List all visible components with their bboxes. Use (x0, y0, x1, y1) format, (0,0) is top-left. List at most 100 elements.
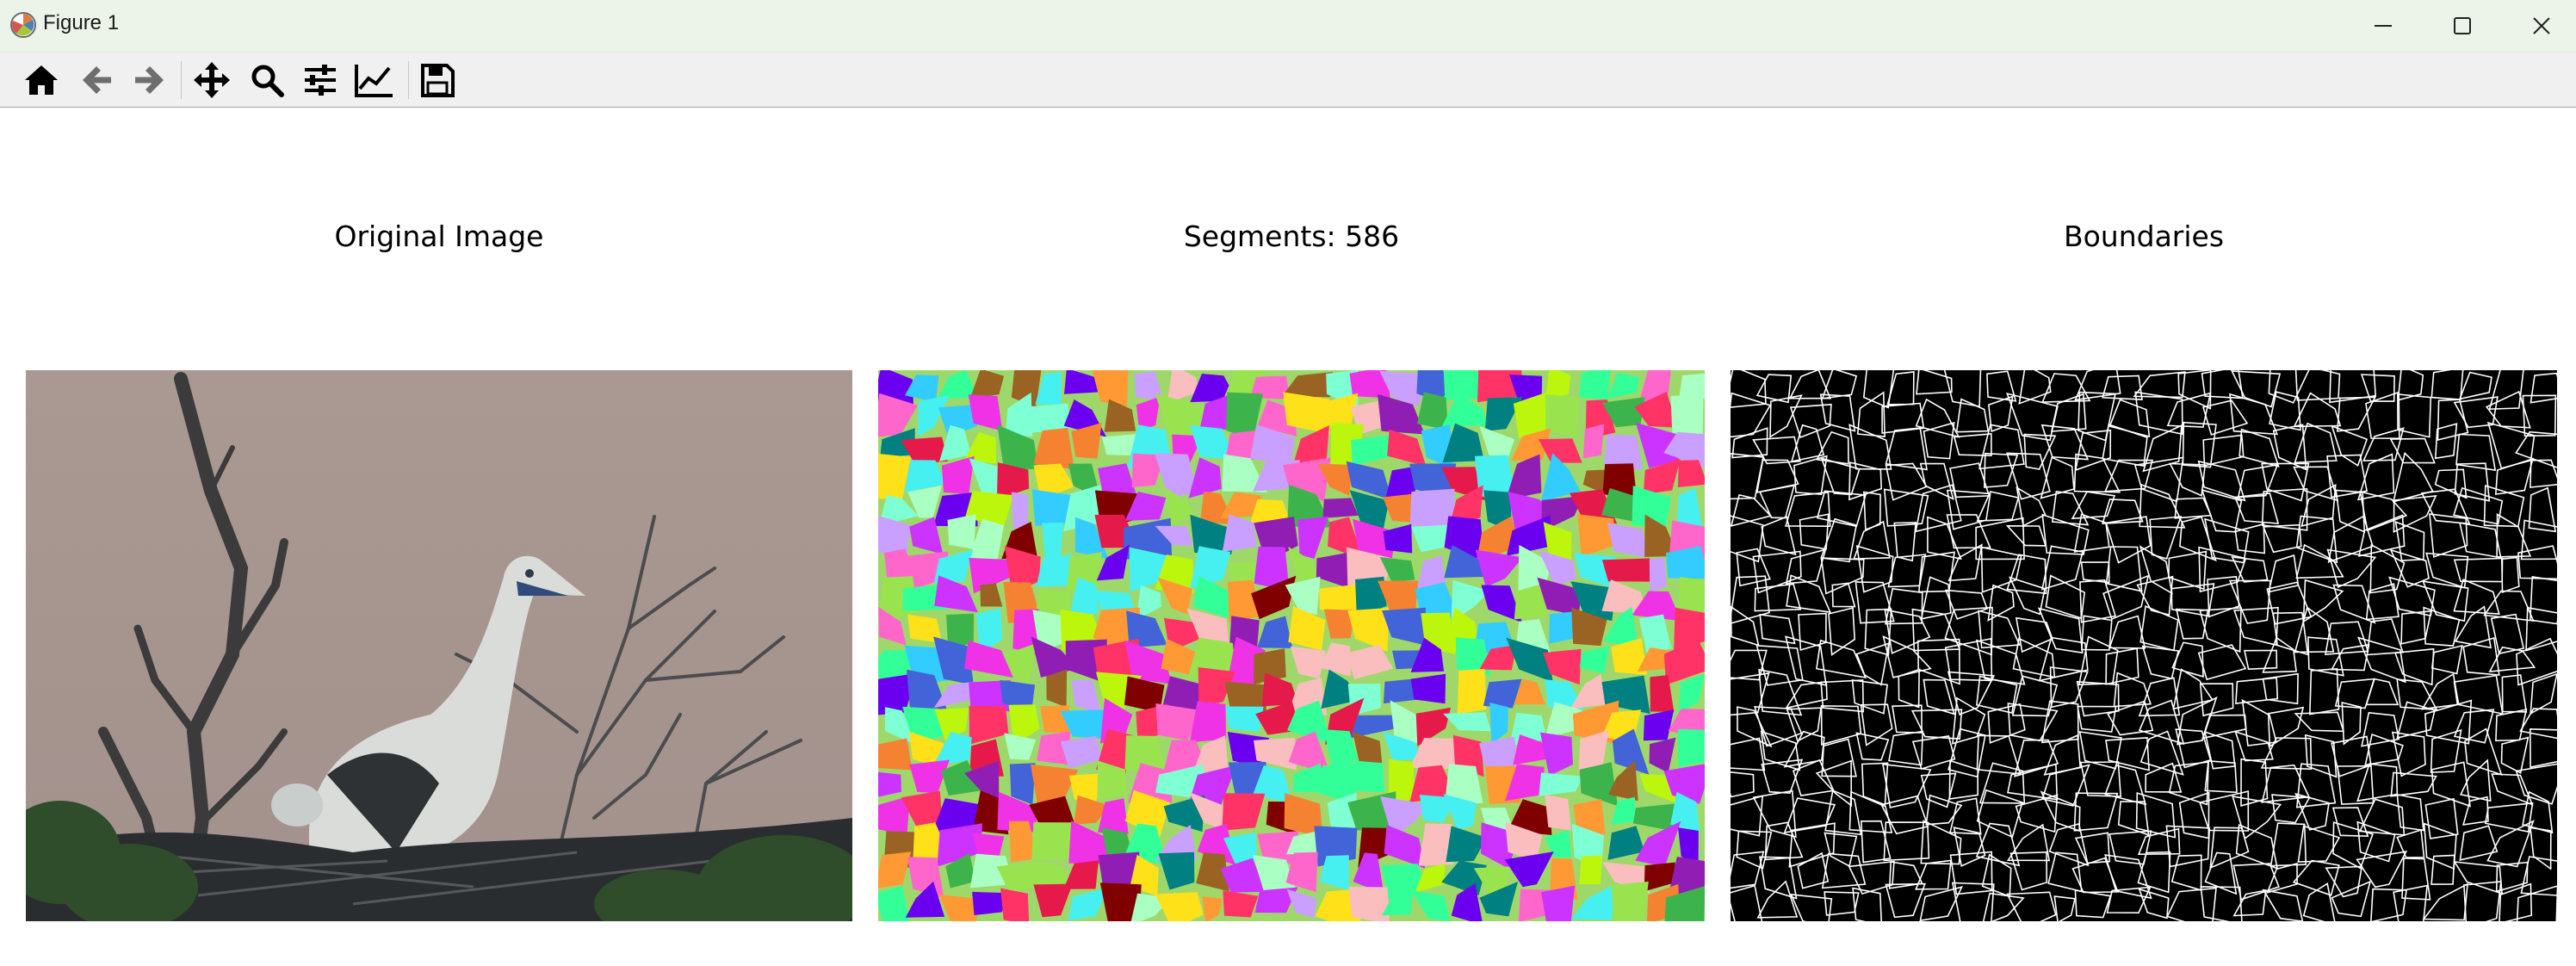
segment-region (1571, 883, 1615, 920)
segment-boundary (2491, 773, 2534, 806)
segment-boundary (1759, 613, 1796, 645)
segment-boundary (2108, 615, 2146, 649)
segment-region (1411, 524, 1449, 553)
segment-boundary (2423, 606, 2461, 647)
segment-region (1601, 558, 1650, 582)
segment-boundary (2529, 575, 2557, 625)
maximize-icon (2454, 17, 2471, 34)
home-button[interactable] (19, 58, 64, 102)
close-button[interactable] (2502, 0, 2576, 52)
segment-boundary (1893, 522, 1917, 562)
segment-boundary (2483, 590, 2535, 622)
segment-boundary (2199, 607, 2242, 653)
segment-boundary (2233, 492, 2280, 524)
segment-region (1643, 709, 1675, 741)
segment-boundary (2500, 556, 2520, 594)
segment-boundary (1764, 821, 1804, 861)
segment-boundary (1982, 892, 2025, 921)
segment-boundary (1916, 370, 1953, 395)
segment-region (1033, 883, 1073, 918)
original-image (26, 370, 852, 921)
segment-boundary (2396, 793, 2424, 832)
segment-boundary (2105, 737, 2150, 771)
segment-boundary (2015, 616, 2053, 653)
segment-boundary (2074, 889, 2112, 919)
segment-boundary (2334, 678, 2375, 709)
segment-boundary (1888, 730, 1924, 766)
segment-boundary (2495, 709, 2528, 742)
segment-boundary (2234, 523, 2266, 554)
arrow-left-icon (83, 66, 111, 94)
figure-canvas[interactable]: Original Image Segments: 586 Boundaries (0, 108, 2576, 966)
back-button[interactable] (74, 58, 119, 102)
segment-region (1579, 855, 1602, 885)
zoom-button[interactable] (245, 58, 289, 102)
segment-boundary (2516, 885, 2557, 921)
segment-boundary (2501, 674, 2528, 713)
axes-title-original: Original Image (334, 220, 544, 253)
maximize-button[interactable] (2423, 0, 2502, 52)
segment-boundary (2335, 489, 2366, 533)
segment-boundary (1785, 548, 1827, 585)
segment-boundary (2168, 761, 2209, 806)
segment-boundary (1853, 520, 1891, 560)
segment-region (1004, 643, 1037, 685)
segment-boundary (1886, 371, 1915, 406)
segment-boundary (2529, 728, 2557, 769)
segment-boundary (2145, 762, 2183, 793)
segment-boundary (1820, 557, 1865, 595)
segment-boundary (2182, 421, 2217, 468)
segment-boundary (1978, 610, 2021, 649)
segment-region (1475, 549, 1523, 587)
segment-boundary (2453, 579, 2500, 615)
magnifier-icon (251, 65, 284, 97)
segment-region (969, 370, 1005, 399)
segment-boundary (2053, 895, 2076, 921)
save-button[interactable] (415, 58, 460, 102)
segment-boundary (1824, 832, 1858, 868)
forward-button[interactable] (127, 58, 172, 102)
segment-boundary (2268, 554, 2300, 593)
segment-region (1202, 896, 1223, 921)
segment-boundary (2170, 854, 2202, 891)
configure-subplots-button[interactable] (298, 58, 343, 102)
segment-boundary (2362, 427, 2405, 461)
segment-boundary (2434, 468, 2468, 499)
segment-boundary (1911, 734, 1956, 770)
segment-region (1036, 554, 1074, 587)
segment-boundary (2422, 882, 2468, 921)
segment-boundary (1828, 607, 1856, 656)
segment-boundary (2078, 731, 2122, 770)
segment-region (1670, 395, 1704, 437)
segment-boundary (2370, 888, 2408, 921)
segment-boundary (2308, 668, 2340, 715)
segment-boundary (2204, 517, 2250, 564)
segment-boundary (2392, 451, 2434, 503)
segment-region (1383, 523, 1413, 554)
edit-axes-button[interactable] (351, 58, 396, 102)
segment-boundary (2434, 423, 2458, 460)
segment-boundary (2515, 430, 2557, 468)
segment-region (1290, 646, 1327, 679)
segment-region (1347, 608, 1389, 652)
segment-boundary (2239, 428, 2280, 468)
segment-region (1649, 737, 1676, 773)
segment-boundary (1855, 642, 1890, 686)
segment-region (878, 771, 901, 797)
segment-boundary (2453, 557, 2504, 583)
segment-boundary (2528, 486, 2557, 533)
segment-boundary (1731, 605, 1760, 647)
segment-region (1225, 706, 1264, 732)
segment-boundary (1898, 668, 1920, 709)
segment-boundary (2517, 545, 2557, 580)
segment-region (1384, 825, 1426, 869)
segment-boundary (2262, 889, 2304, 921)
pan-button[interactable] (189, 58, 234, 102)
segment-boundary (1923, 678, 1955, 715)
segment-boundary (2390, 771, 2437, 797)
segment-boundary (2202, 434, 2245, 467)
segment-boundary (1756, 880, 1799, 919)
segment-boundary (2141, 645, 2180, 680)
minimize-button[interactable] (2344, 0, 2423, 52)
segment-boundary (2104, 764, 2147, 806)
